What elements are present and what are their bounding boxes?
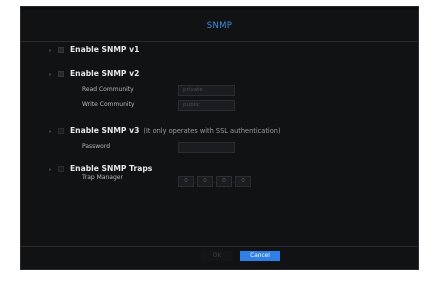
snmp-v3-label-wrap[interactable]: Enable SNMP v3 (It only operates with SSL… — [70, 125, 281, 137]
read-community-field[interactable]: private — [178, 85, 235, 96]
password-label: Password — [82, 143, 111, 150]
snmp-v1-label[interactable]: Enable SNMP v1 — [70, 44, 139, 56]
expand-arrow-icon: ▸ — [49, 128, 53, 135]
trap-ip-octet-2[interactable]: 0 — [197, 176, 213, 187]
expand-arrow-icon: ▸ — [49, 71, 53, 78]
title-divider — [21, 41, 418, 42]
dialog-top-bar — [21, 7, 418, 10]
dialog-title: SNMP — [206, 21, 233, 31]
snmp-v3-checkbox[interactable] — [58, 128, 64, 134]
snmp-v3-label: Enable SNMP v3 — [70, 126, 140, 135]
snmp-v3-row: ▸ Enable SNMP v3 (It only operates with S… — [21, 125, 418, 139]
snmp-v2-row: ▸ Enable SNMP v2 — [21, 68, 418, 82]
trap-ip-octet-4[interactable]: 0 — [235, 176, 251, 187]
write-community-label: Write Community — [82, 101, 135, 108]
expand-arrow-icon: ▸ — [49, 166, 53, 173]
snmp-v1-checkbox[interactable] — [58, 47, 64, 53]
write-community-field[interactable]: public — [178, 100, 235, 111]
snmp-traps-checkbox[interactable] — [58, 166, 64, 172]
trap-manager-ip: 0 . 0 . 0 . 0 — [178, 176, 251, 187]
snmp-v3-note: (It only operates with SSL authenticatio… — [143, 127, 281, 135]
snmp-dialog: SNMP ▸ Enable SNMP v1 ▸ Enable SNMP v2 R… — [20, 6, 419, 270]
ok-button[interactable]: OK — [201, 251, 233, 261]
trap-ip-octet-1[interactable]: 0 — [178, 176, 194, 187]
footer-divider — [21, 246, 418, 247]
trap-manager-label: Trap Manager — [82, 174, 123, 181]
expand-arrow-icon: ▸ — [49, 47, 53, 54]
read-community-label: Read Community — [82, 86, 134, 93]
password-field[interactable] — [178, 142, 235, 153]
cancel-button[interactable]: Cancel — [240, 251, 280, 261]
snmp-traps-row: ▸ Enable SNMP Traps — [21, 163, 418, 177]
snmp-v1-row: ▸ Enable SNMP v1 — [21, 44, 418, 58]
snmp-v2-checkbox[interactable] — [58, 71, 64, 77]
snmp-v2-label[interactable]: Enable SNMP v2 — [70, 68, 139, 80]
trap-ip-octet-3[interactable]: 0 — [216, 176, 232, 187]
